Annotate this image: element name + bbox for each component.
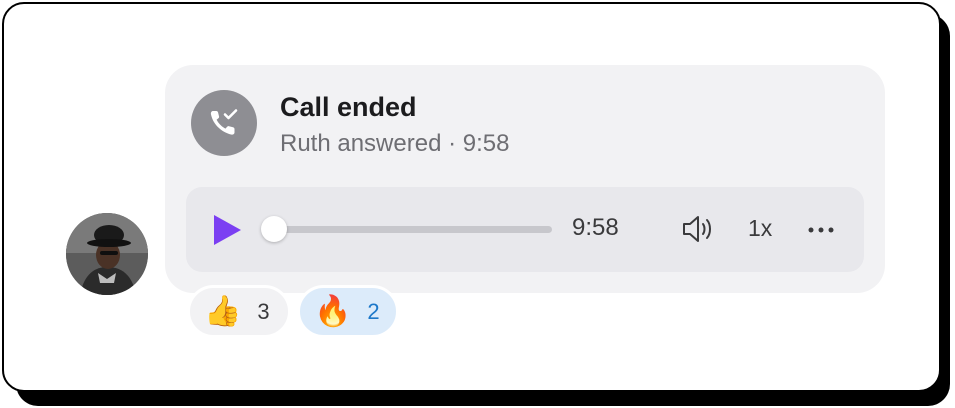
reaction-fire[interactable]: 🔥 2 — [297, 285, 399, 338]
progress-track[interactable] — [264, 226, 552, 233]
avatar-photo — [66, 213, 148, 295]
call-bubble: Call ended Ruth answered · 9:58 9:58 1x — [165, 65, 885, 293]
avatar[interactable] — [66, 213, 148, 295]
audio-player: 9:58 1x — [186, 187, 864, 272]
phone-check-icon — [191, 90, 257, 156]
volume-icon — [683, 216, 711, 242]
volume-button[interactable] — [681, 212, 717, 246]
more-horizontal-icon — [808, 227, 834, 233]
reaction-thumbs-up[interactable]: 👍 3 — [187, 285, 291, 338]
call-title: Call ended — [280, 92, 417, 122]
fire-emoji: 🔥 — [314, 294, 352, 328]
playback-speed-button[interactable]: 1x — [748, 215, 772, 242]
progress-knob[interactable] — [261, 216, 287, 242]
thumbs-up-emoji: 👍 — [204, 294, 242, 328]
reaction-count: 2 — [367, 298, 380, 324]
play-icon — [214, 215, 241, 245]
message-card: Call ended Ruth answered · 9:58 9:58 1x — [2, 2, 941, 392]
play-button[interactable] — [210, 212, 244, 248]
more-button[interactable] — [807, 215, 837, 245]
call-subtitle: Ruth answered · 9:58 — [280, 130, 510, 157]
reaction-count: 3 — [257, 298, 270, 324]
duration-label: 9:58 — [572, 214, 619, 241]
